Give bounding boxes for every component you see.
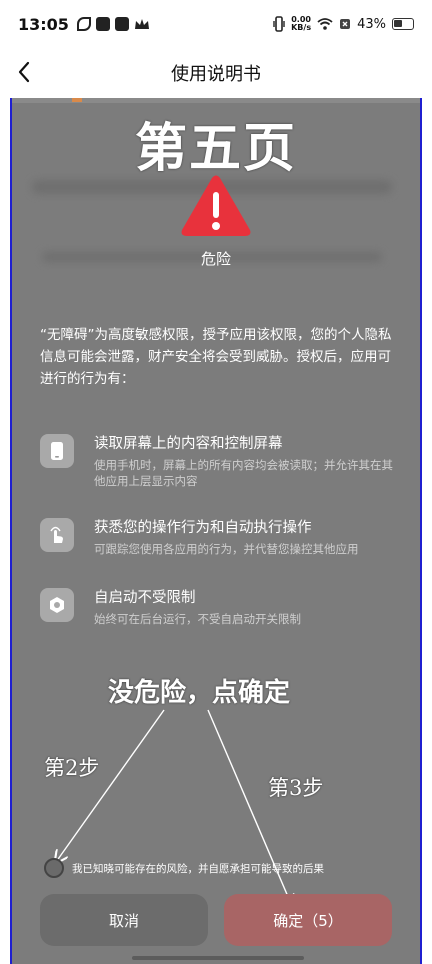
agree-checkbox[interactable]	[44, 858, 64, 878]
chevron-left-icon	[18, 61, 30, 83]
permission-item: 自启动不受限制 始终可在后台运行，不受自启动开关限制	[40, 586, 400, 627]
notification-icons	[76, 17, 150, 31]
permission-title: 自启动不受限制	[94, 590, 196, 606]
nav-bar: 使用说明书	[0, 48, 432, 98]
step2-annotation: 第2步	[44, 756, 100, 780]
net-speed: 0.00 KB/s	[291, 16, 311, 32]
vibrate-icon	[273, 16, 285, 32]
back-button[interactable]	[6, 54, 42, 90]
leaf-icon	[76, 17, 91, 31]
arrow-to-checkbox	[56, 709, 165, 862]
instruction-annotation: 没危险，点确定	[108, 678, 291, 708]
step3-annotation: 第3步	[268, 776, 324, 800]
status-time: 13:05	[18, 14, 69, 34]
permission-item: 获悉您的操作行为和自动执行操作 可跟踪您使用各应用的行为，并代替您操控其他应用	[40, 516, 400, 557]
battery-icon	[392, 18, 414, 30]
tutorial-screenshot: 第五页 危险 “无障碍”为高度敏感权限，授予应用该权限，您的个人隐私信息可能会泄…	[10, 98, 422, 964]
permission-item: 读取屏幕上的内容和控制屏幕 使用手机时，屏幕上的所有内容均会被读取；并允许其在其…	[40, 432, 400, 489]
page-title: 使用说明书	[171, 64, 261, 85]
permission-subtitle: 始终可在后台运行，不受自启动开关限制	[94, 612, 301, 626]
cancel-button[interactable]: 取消	[40, 894, 208, 946]
permission-subtitle: 使用手机时，屏幕上的所有内容均会被读取；并允许其在其他应用上层显示内容	[94, 458, 393, 488]
touch-hand-icon	[40, 518, 74, 552]
wifi-icon	[317, 18, 333, 30]
battery-percent: 43%	[357, 16, 386, 32]
confirm-button[interactable]: 确定（5）	[224, 894, 392, 946]
net-speed-unit: KB/s	[291, 23, 312, 32]
play-app-icon	[95, 17, 110, 31]
page-heading-annotation: 第五页	[134, 118, 297, 179]
hexagon-icon	[40, 588, 74, 622]
phone-icon	[40, 434, 74, 468]
crown-icon	[134, 19, 149, 29]
home-indicator	[132, 956, 304, 960]
no-sim-icon	[340, 19, 351, 29]
permission-subtitle: 可跟踪您使用各应用的行为，并代替您操控其他应用	[94, 542, 359, 556]
status-right: 0.00 KB/s 43%	[273, 16, 414, 32]
permission-title: 获悉您的操作行为和自动执行操作	[94, 520, 312, 536]
risk-description: “无障碍”为高度敏感权限，授予应用该权限，您的个人隐私信息可能会泄露，财产安全将…	[40, 327, 392, 387]
warning-icon	[181, 175, 251, 236]
inner-status-dot	[72, 98, 82, 102]
danger-label: 危险	[200, 250, 231, 268]
agree-row: 我已知晓可能存在的风险，并自愿承担可能导致的后果	[44, 858, 324, 878]
permission-title: 读取屏幕上的内容和控制屏幕	[94, 436, 283, 452]
agree-text: 我已知晓可能存在的风险，并自愿承担可能导致的后果	[72, 862, 324, 875]
status-bar: 13:05 0.00 KB/s 43%	[0, 0, 432, 48]
mail-app-icon	[114, 17, 129, 31]
